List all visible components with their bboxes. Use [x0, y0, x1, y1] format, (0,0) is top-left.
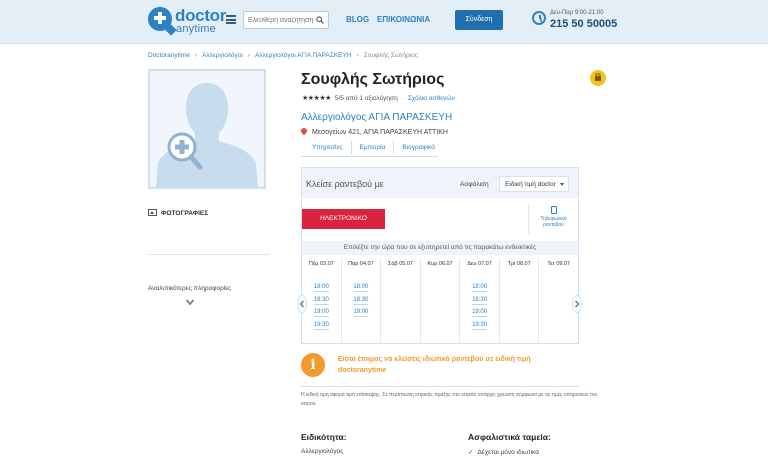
- tab-services[interactable]: Υπηρεσίες: [301, 141, 351, 154]
- notice-text: Είσαι έτοιμος να κλείσεις ιδιωτικό ραντε…: [338, 356, 531, 374]
- phone-booking-button[interactable]: Τηλεφωνικό ραντεβού: [528, 204, 578, 234]
- login-button[interactable]: Σύνδεση: [455, 10, 503, 30]
- day-label: Δευ 07.07: [467, 261, 492, 267]
- check-icon: ✓: [468, 449, 474, 456]
- breadcrumb-separator-icon: ›: [247, 52, 250, 59]
- day-column: Σάβ 05.07: [381, 258, 421, 344]
- logo-word-anytime: anytime: [176, 23, 216, 35]
- time-slot[interactable]: 19:30: [460, 322, 499, 330]
- phone-icon: [532, 11, 546, 25]
- time-slot[interactable]: 19:00: [342, 309, 381, 317]
- booking-title: Κλείσε ραντεβού με: [306, 179, 384, 189]
- doctor-address: Μεσογείων 421, ΑΓΙΑ ΠΑΡΑΣΚΕΥΗ ΑΤΤΙΚΗ: [299, 126, 448, 136]
- info-icon: i: [301, 353, 325, 377]
- insurance-section-title: Ασφαλιστικά ταμεία:: [468, 432, 551, 442]
- chevron-down-icon[interactable]: [185, 297, 195, 307]
- day-column: Τρί 08.07: [500, 258, 540, 344]
- hamburger-menu-icon[interactable]: [226, 15, 236, 24]
- breadcrumb-specialty-area[interactable]: Αλλεργιολόγοι ΑΓΙΑ ΠΑΡΑΣΚΕΥΗ: [255, 52, 352, 59]
- more-info-label[interactable]: Αναλυτικότερες πληροφορίες: [148, 285, 231, 292]
- time-slot[interactable]: 18:00: [342, 284, 381, 292]
- specialty-section-title: Ειδικότητα:: [301, 432, 347, 442]
- day-label: Πέμ 03.07: [308, 261, 334, 267]
- day-column: Πέμ 03.07 18:00 18:30 19:00 19:30: [302, 258, 342, 344]
- breadcrumb: Doctoranytime › Αλλεργιολόγοι › Αλλεργιολόγο…: [148, 52, 418, 59]
- breadcrumb-home[interactable]: Doctoranytime: [148, 52, 190, 59]
- rating-row: ★★★★★ 5/5 από 1 αξιολόγηση · Σχόλια ασθενών: [302, 95, 455, 102]
- rating-stars-icon: ★★★★★: [302, 95, 331, 102]
- time-slot[interactable]: 18:30: [342, 297, 381, 305]
- booking-instructions: Επιλέξτε την ώρα που σε εξυπηρετεί από τ…: [302, 241, 578, 255]
- breadcrumb-separator-icon: ›: [356, 52, 359, 59]
- doctor-name: Σουφλής Σωτήριος: [301, 71, 445, 88]
- availability-calendar: Πέμ 03.07 18:00 18:30 19:00 19:30 Παρ 04.07 18…: [302, 258, 578, 344]
- time-slot[interactable]: 19:00: [302, 309, 341, 317]
- booking-header: Κλείσε ραντεβού με Ασφάλιση Ειδική τιμή …: [302, 168, 578, 198]
- day-column: Δευ 07.07 18:00 18:30 19:00 19:30: [460, 258, 500, 344]
- day-column: Κυρ 06.07: [421, 258, 461, 344]
- time-slot[interactable]: 19:00: [460, 309, 499, 317]
- photos-link[interactable]: ΦΩΤΟΓΡΑΦΙΕΣ: [148, 209, 208, 217]
- specialty-section-value: Αλλεργιολόγος: [301, 448, 344, 455]
- next-week-arrow[interactable]: [572, 295, 582, 313]
- doctor-photo-placeholder[interactable]: [148, 69, 266, 189]
- site-header: doctor anytime BLOG ΕΠΙΚΟΙΝΩΝΙΑ Σύνδεση …: [0, 0, 768, 44]
- price-footnote: Η ειδική τιμή αφορά τιμή επίσκεψης. Σε π…: [301, 392, 598, 407]
- prev-week-arrow[interactable]: [297, 295, 307, 313]
- tab-cv[interactable]: Βιογραφικό: [393, 141, 443, 154]
- chevron-right-icon: [575, 300, 580, 308]
- search-input[interactable]: [244, 12, 314, 28]
- day-label: Κυρ 06.07: [427, 261, 453, 267]
- insurance-select[interactable]: Ειδική τιμή doctor: [499, 176, 569, 192]
- day-label: Τρί 08.07: [507, 261, 531, 267]
- online-booking-button[interactable]: ΗΛΕΚΤΡΟΝΙΚΟ ΡΑΝΤΕΒΟΥ: [302, 209, 385, 242]
- time-slot[interactable]: 18:00: [460, 284, 499, 292]
- day-label: Σάβ 05.07: [387, 261, 413, 267]
- rating-text: 5/5 από 1 αξιολόγηση: [334, 95, 398, 102]
- patient-reviews-link[interactable]: Σχόλια ασθενών: [408, 95, 455, 102]
- tab-experience[interactable]: Εμπειρία: [350, 141, 394, 154]
- insurance-section-value: ✓ Δέχεται μόνο ιδιωτικά: [468, 449, 539, 456]
- verified-badge-icon[interactable]: [590, 70, 606, 86]
- mobile-phone-icon: [550, 206, 557, 214]
- day-label: Παρ 04.07: [348, 261, 374, 267]
- breadcrumb-specialty[interactable]: Αλλεργιολόγοι: [202, 52, 243, 59]
- day-label: Τετ 09.07: [547, 261, 571, 267]
- map-pin-icon: [299, 126, 309, 136]
- search-icon[interactable]: [316, 16, 324, 24]
- time-slot[interactable]: 18:30: [302, 297, 341, 305]
- booking-widget: Κλείσε ραντεβού με Ασφάλιση Ειδική τιμή …: [301, 167, 579, 344]
- doctor-specialty[interactable]: Αλλεργιολόγος ΑΓΙΑ ΠΑΡΑΣΚΕΥΗ: [301, 112, 452, 123]
- breadcrumb-current: Σουφλής Σωτήριος: [363, 52, 418, 59]
- time-slot[interactable]: 18:30: [460, 297, 499, 305]
- search-box: [243, 11, 329, 29]
- nav-contact-link[interactable]: ΕΠΙΚΟΙΝΩΝΙΑ: [377, 15, 430, 24]
- nav-blog-link[interactable]: BLOG: [346, 15, 369, 24]
- day-column: Παρ 04.07 18:00 18:30 19:00: [342, 258, 382, 344]
- time-slot[interactable]: 19:30: [302, 322, 341, 330]
- special-price-notice: i Είσαι έτοιμος να κλείσεις ιδιωτικό ραν…: [301, 353, 579, 387]
- support-phone-number[interactable]: 215 50 50005: [550, 18, 617, 30]
- avatar-silhouette-icon: [150, 71, 264, 187]
- chevron-left-icon: [299, 300, 304, 308]
- sidebar-divider: [148, 254, 270, 255]
- insurance-label: Ασφάλιση: [460, 181, 489, 188]
- photos-icon: [148, 209, 157, 216]
- support-hours: Δευ-Παρ 9:00-21:00: [550, 10, 604, 16]
- profile-tabs: Υπηρεσίες Εμπειρία Βιογραφικό: [301, 141, 443, 157]
- breadcrumb-separator-icon: ›: [194, 52, 198, 59]
- time-slot[interactable]: 18:00: [302, 284, 341, 292]
